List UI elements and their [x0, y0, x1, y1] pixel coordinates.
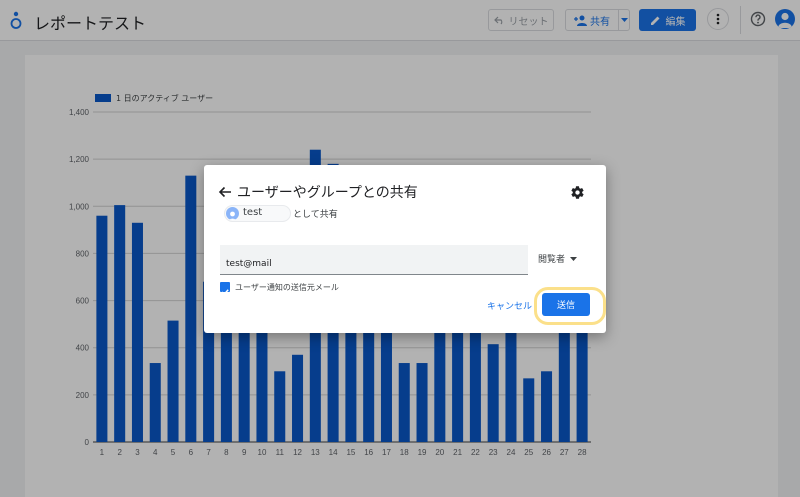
caret-down-icon [570, 256, 578, 261]
owner-suffix-text: として共有 [293, 210, 338, 220]
owner-avatar [226, 207, 239, 220]
share-dialog-title: ユーザーやグループとの共有 [237, 185, 418, 201]
owner-name: test [243, 207, 263, 218]
send-button[interactable]: 送信 [542, 293, 590, 316]
account-icon [228, 211, 237, 220]
role-label: 閲覧者 [538, 255, 566, 265]
back-arrow-icon[interactable] [218, 185, 232, 199]
send-label: 送信 [556, 301, 575, 311]
email-input-value: test@mail [226, 259, 272, 269]
cancel-button[interactable]: キャンセル [487, 299, 532, 312]
notify-checkbox[interactable] [220, 282, 230, 296]
role-dropdown[interactable]: 閲覧者 [538, 252, 578, 265]
share-dialog: ユーザーやグループとの共有 test として共有 test@mail 閲覧者 ユ… [204, 165, 606, 333]
email-input[interactable]: test@mail [220, 245, 528, 275]
notify-checkbox-label: ユーザー通知の送信元メール [235, 283, 339, 292]
gear-icon[interactable] [570, 185, 585, 200]
owner-chip[interactable]: test [224, 205, 291, 222]
checkbox-checked-icon [221, 289, 229, 296]
